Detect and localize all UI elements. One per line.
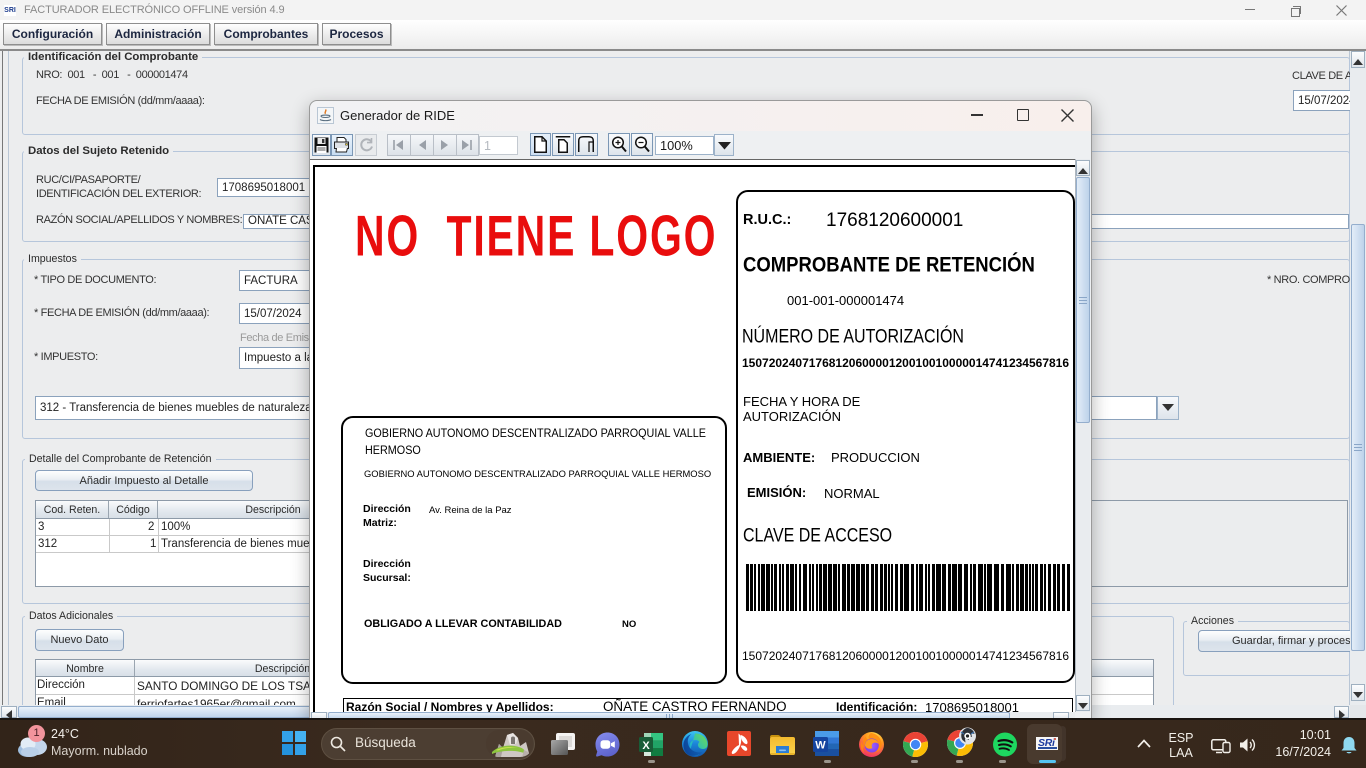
svg-text:X: X: [642, 740, 650, 752]
svg-text:W: W: [815, 740, 826, 752]
